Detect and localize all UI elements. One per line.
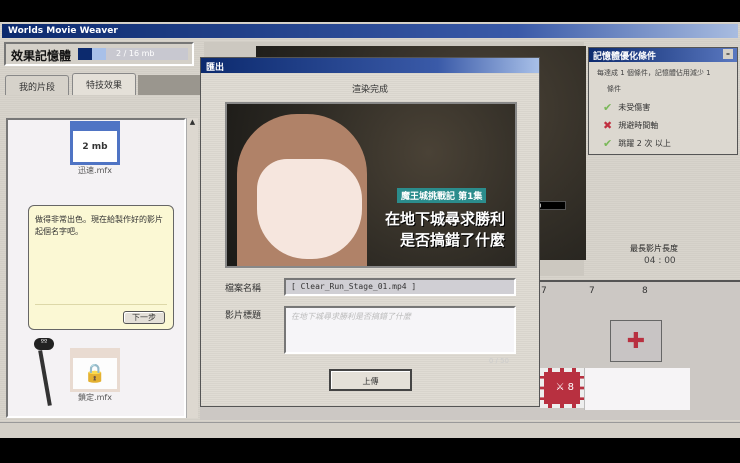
- assistant-message: 做得非常出色。現在給製作好的影片起個名字吧。: [35, 215, 163, 236]
- episode-badge: 魔王城挑戰記 第1集: [397, 188, 487, 203]
- memory-bar: 2 / 16 mb: [78, 48, 188, 60]
- assistant-character-icon: ºº: [34, 338, 56, 410]
- tab-effects[interactable]: 特技效果: [72, 73, 136, 95]
- memory-label: 效果記憶體: [11, 49, 72, 63]
- optimize-summary: 每達成 1 個條件，記憶體佔用減少 1: [597, 69, 711, 77]
- memory-usage: 2 / 16 mb: [116, 49, 155, 58]
- filename-label: 檔案名稱: [225, 284, 262, 294]
- scrollbar[interactable]: ▲: [186, 118, 198, 418]
- dialog-title: 匯出: [201, 58, 539, 73]
- max-length-label: 最長影片長度: [630, 244, 678, 253]
- folder-icon: 2 mb: [70, 121, 120, 165]
- upload-button[interactable]: 上傳: [329, 369, 412, 391]
- sword-icon: ⚔: [555, 382, 568, 393]
- scroll-up-icon[interactable]: ▲: [187, 118, 198, 126]
- optimize-title: 記憶體優化條件 –: [589, 48, 737, 62]
- sword-clip[interactable]: ⚔ 8: [540, 368, 584, 408]
- conditions-label: 條件: [607, 85, 621, 93]
- file-item[interactable]: 2 mb 迅速.mfx: [70, 121, 120, 176]
- minimize-button[interactable]: –: [723, 49, 733, 59]
- filename-field[interactable]: [ Clear_Run_Stage_01.mp4 ]: [284, 278, 516, 296]
- lock-icon: 🔒: [70, 348, 120, 392]
- export-dialog: 匯出 渲染完成 魔王城挑戰記 第1集 在地下城尋求勝利 是否搞錯了什麼 檔案名稱…: [200, 57, 540, 407]
- check-icon: ✔: [603, 100, 613, 114]
- memory-panel: 效果記憶體 2 / 16 mb: [4, 42, 194, 66]
- video-title-input[interactable]: 在地下城尋求勝利是否搞錯了什麼: [284, 306, 516, 354]
- assistant-bubble: 做得非常出色。現在給製作好的影片起個名字吧。 下一步: [28, 205, 174, 330]
- next-button[interactable]: 下一步: [123, 311, 165, 324]
- character-face: [257, 159, 362, 259]
- video-thumbnail: 魔王城挑戰記 第1集 在地下城尋求勝利 是否搞錯了什麼: [225, 102, 517, 268]
- title-label: 影片標題: [225, 311, 262, 321]
- memory-fill: [78, 48, 92, 60]
- file-name: 迅速.mfx: [78, 166, 112, 175]
- file-name: 鎖定.mfx: [78, 393, 112, 402]
- condition-item: ✖ 規避時間軸: [603, 118, 659, 132]
- condition-item: ✔ 跳躍 2 次 以上: [603, 136, 671, 150]
- file-item[interactable]: 🔒 鎖定.mfx: [70, 348, 120, 403]
- tab-my-clips[interactable]: 我的片段: [5, 75, 69, 95]
- render-status: 渲染完成: [351, 85, 388, 95]
- max-length-value: 04 : 00: [644, 256, 676, 266]
- x-icon: ✖: [603, 118, 613, 132]
- optimize-panel: 記憶體優化條件 – 每達成 1 個條件，記憶體佔用減少 1 條件 ✔ 未受傷害 ✖ 規…: [588, 47, 738, 155]
- check-icon: ✔: [603, 136, 613, 150]
- char-count: 0 / 50: [488, 357, 509, 365]
- dpad-icon[interactable]: ✚: [610, 320, 662, 362]
- app-title: Worlds Movie Weaver: [2, 24, 738, 38]
- condition-item: ✔ 未受傷害: [603, 100, 651, 114]
- status-bar: [0, 422, 740, 438]
